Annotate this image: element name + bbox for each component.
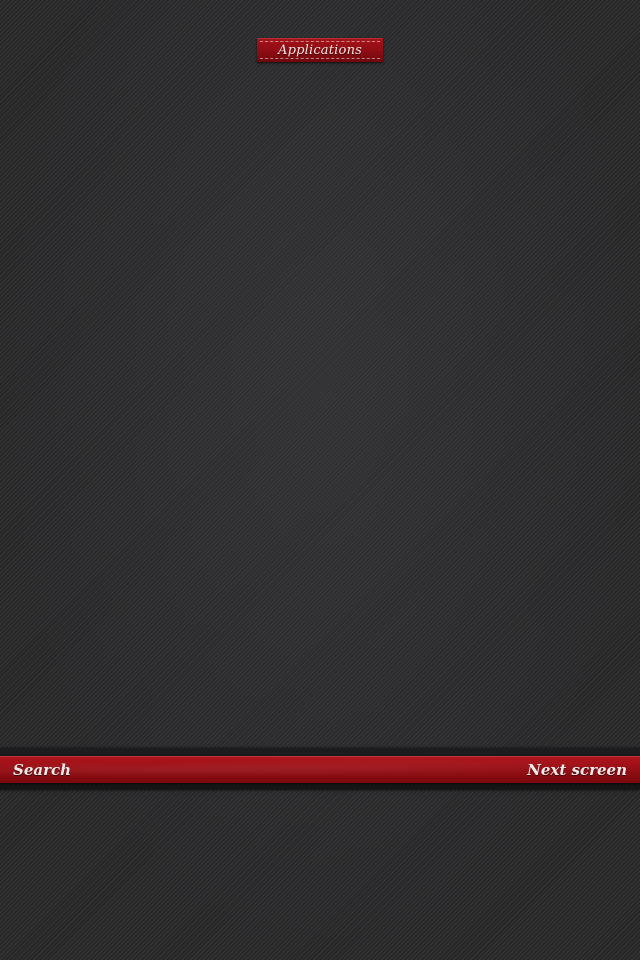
page-title: Applications <box>277 42 363 58</box>
page-title-tag: Applications <box>257 38 383 62</box>
next-screen-button[interactable]: Next screen <box>527 756 627 783</box>
search-button[interactable]: Search <box>13 756 71 783</box>
bottom-ribbon-bar: Search Next screen <box>0 756 640 783</box>
